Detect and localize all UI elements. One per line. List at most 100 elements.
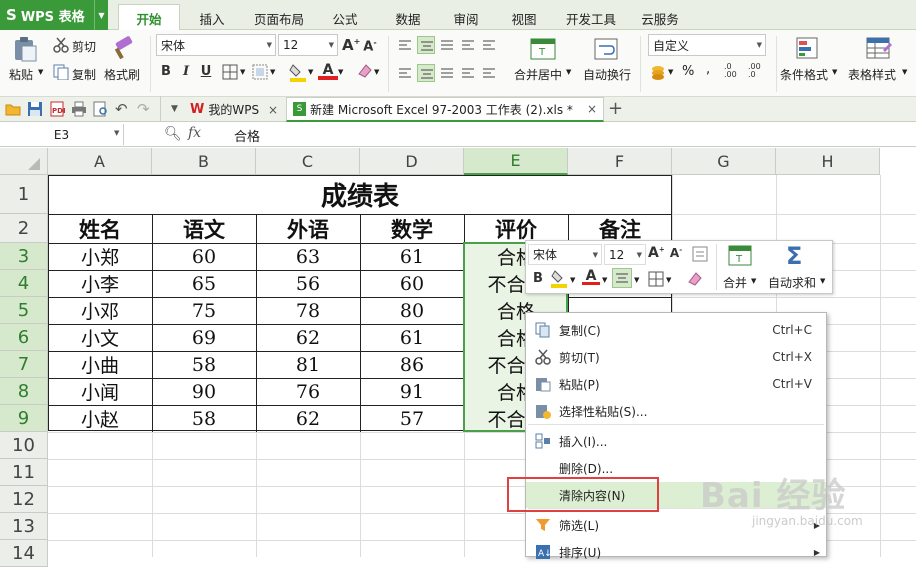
header-cell[interactable]: 语文 xyxy=(152,214,256,243)
tab-active-document[interactable]: S 新建 Microsoft Excel 97-2003 工作表 (2).xls… xyxy=(286,97,604,122)
column-header-b[interactable]: B xyxy=(152,148,256,175)
tab-home[interactable]: 开始 xyxy=(118,4,180,31)
paste-icon[interactable] xyxy=(12,36,38,62)
distribute-icon[interactable] xyxy=(459,64,477,82)
align-top-icon[interactable] xyxy=(396,36,414,54)
row-header-11[interactable]: 11 xyxy=(0,459,48,486)
wrap-text-button[interactable]: 自动换行 xyxy=(583,66,631,83)
tab-menu-7[interactable]: 开发工具 xyxy=(558,6,624,30)
mini-merge-icon[interactable]: T xyxy=(728,244,752,268)
data-cell[interactable]: 80 xyxy=(360,297,464,324)
outdent-icon[interactable] xyxy=(459,36,477,54)
data-cell[interactable]: 60 xyxy=(152,243,256,270)
data-cell[interactable]: 86 xyxy=(360,351,464,378)
row-header-9[interactable]: 9 xyxy=(0,405,48,432)
close-icon[interactable]: × xyxy=(587,102,597,116)
data-cell[interactable]: 62 xyxy=(256,324,360,351)
close-icon[interactable]: × xyxy=(268,103,278,117)
underline-button[interactable]: U xyxy=(198,64,214,79)
row-header-3[interactable]: 3 xyxy=(0,243,48,270)
mini-bold-button[interactable]: B xyxy=(530,271,546,286)
chevron-down-icon[interactable]: ▼ xyxy=(114,129,119,137)
data-cell[interactable]: 60 xyxy=(360,270,464,297)
data-cell[interactable]: 62 xyxy=(256,405,360,432)
mini-merge-button[interactable]: 合并 xyxy=(723,274,747,291)
chevron-down-icon[interactable]: ▼ xyxy=(570,276,575,284)
table-style-icon[interactable] xyxy=(866,36,892,62)
row-header-5[interactable]: 5 xyxy=(0,297,48,324)
fill-color-icon[interactable] xyxy=(288,62,308,82)
data-cell[interactable]: 小文 xyxy=(48,324,152,351)
number-format-select[interactable]: 自定义 ▼ xyxy=(648,34,766,56)
column-header-f[interactable]: F xyxy=(568,148,672,175)
mini-font-name-select[interactable]: 宋体 ▼ xyxy=(528,244,602,265)
column-header-h[interactable]: H xyxy=(776,148,880,175)
data-cell[interactable]: 57 xyxy=(360,405,464,432)
autosum-icon[interactable]: Σ xyxy=(786,242,802,270)
data-cell[interactable]: 小邓 xyxy=(48,297,152,324)
mini-fill-color-icon[interactable] xyxy=(550,268,568,288)
row-header-10[interactable]: 10 xyxy=(0,432,48,459)
cut-button[interactable]: 剪切 xyxy=(72,38,96,55)
row-header-4[interactable]: 4 xyxy=(0,270,48,297)
chevron-down-icon[interactable]: ▼ xyxy=(666,276,671,284)
header-cell[interactable]: 外语 xyxy=(256,214,360,243)
data-cell[interactable]: 61 xyxy=(360,243,464,270)
wrap-text-icon[interactable] xyxy=(594,36,618,62)
mini-decrease-font-icon[interactable]: A- xyxy=(668,246,684,260)
data-cell[interactable]: 75 xyxy=(152,297,256,324)
chevron-down-icon[interactable]: ▼ xyxy=(902,68,907,76)
clear-format-icon[interactable] xyxy=(356,62,374,80)
font-size-select[interactable]: 12 ▼ xyxy=(278,34,338,56)
data-cell[interactable]: 61 xyxy=(360,324,464,351)
chevron-down-icon[interactable]: ▼ xyxy=(38,68,43,76)
data-cell[interactable]: 58 xyxy=(152,351,256,378)
row-header-1[interactable]: 1 xyxy=(0,175,48,214)
chevron-down-icon[interactable]: ▼ xyxy=(820,277,825,285)
data-cell[interactable]: 69 xyxy=(152,324,256,351)
align-bottom-icon[interactable] xyxy=(438,36,456,54)
column-header-e[interactable]: E xyxy=(464,148,568,175)
context-menu-item[interactable]: A↓ 排序(U) ▶ xyxy=(526,539,826,565)
column-header-a[interactable]: A xyxy=(48,148,152,175)
mini-align-center-icon[interactable] xyxy=(612,268,632,288)
row-header-2[interactable]: 2 xyxy=(0,214,48,243)
chevron-down-icon[interactable]: ▼ xyxy=(634,276,639,284)
data-cell[interactable]: 小郑 xyxy=(48,243,152,270)
column-header-g[interactable]: G xyxy=(672,148,776,175)
mini-format-icon[interactable] xyxy=(692,246,708,262)
header-cell[interactable]: 备注 xyxy=(568,214,672,243)
chevron-down-icon[interactable]: ▼ xyxy=(832,68,837,76)
context-menu-item[interactable]: 复制(C) Ctrl+C xyxy=(526,317,826,343)
cell-style-icon[interactable] xyxy=(252,64,268,80)
tab-menu-2[interactable]: 页面布局 xyxy=(246,6,312,30)
data-cell[interactable]: 小闻 xyxy=(48,378,152,405)
table-style-button[interactable]: 表格样式 xyxy=(848,66,896,83)
redo-icon[interactable]: ↷ xyxy=(137,100,150,118)
context-menu-item[interactable]: 粘贴(P) Ctrl+V xyxy=(526,371,826,397)
header-cell[interactable]: 姓名 xyxy=(48,214,152,243)
chevron-down-icon[interactable]: ▼ xyxy=(308,68,313,76)
tab-menu-3[interactable]: 公式 xyxy=(316,6,374,30)
data-cell[interactable]: 小曲 xyxy=(48,351,152,378)
mini-border-icon[interactable] xyxy=(648,271,664,287)
print-preview-icon[interactable] xyxy=(93,101,109,117)
select-all-corner[interactable] xyxy=(0,148,48,175)
tab-menu-8[interactable]: 云服务 xyxy=(630,6,690,30)
data-cell[interactable]: 小李 xyxy=(48,270,152,297)
chevron-down-icon[interactable]: ▼ xyxy=(171,104,178,114)
data-cell[interactable]: 90 xyxy=(152,378,256,405)
formula-input[interactable]: 合格 xyxy=(234,126,260,145)
column-header-d[interactable]: D xyxy=(360,148,464,175)
row-header-13[interactable]: 13 xyxy=(0,513,48,540)
border-icon[interactable] xyxy=(222,64,238,80)
data-cell[interactable]: 小赵 xyxy=(48,405,152,432)
mini-font-size-select[interactable]: 12 ▼ xyxy=(604,244,646,265)
chevron-down-icon[interactable]: ▼ xyxy=(270,68,275,76)
tab-my-wps[interactable]: W 我的WPS × xyxy=(186,98,284,121)
percent-button[interactable]: % xyxy=(682,64,694,79)
data-cell[interactable]: 78 xyxy=(256,297,360,324)
name-box[interactable]: E3 xyxy=(0,124,124,145)
export-pdf-icon[interactable]: PDF xyxy=(49,101,68,117)
chevron-down-icon[interactable]: ▼ xyxy=(602,276,607,284)
